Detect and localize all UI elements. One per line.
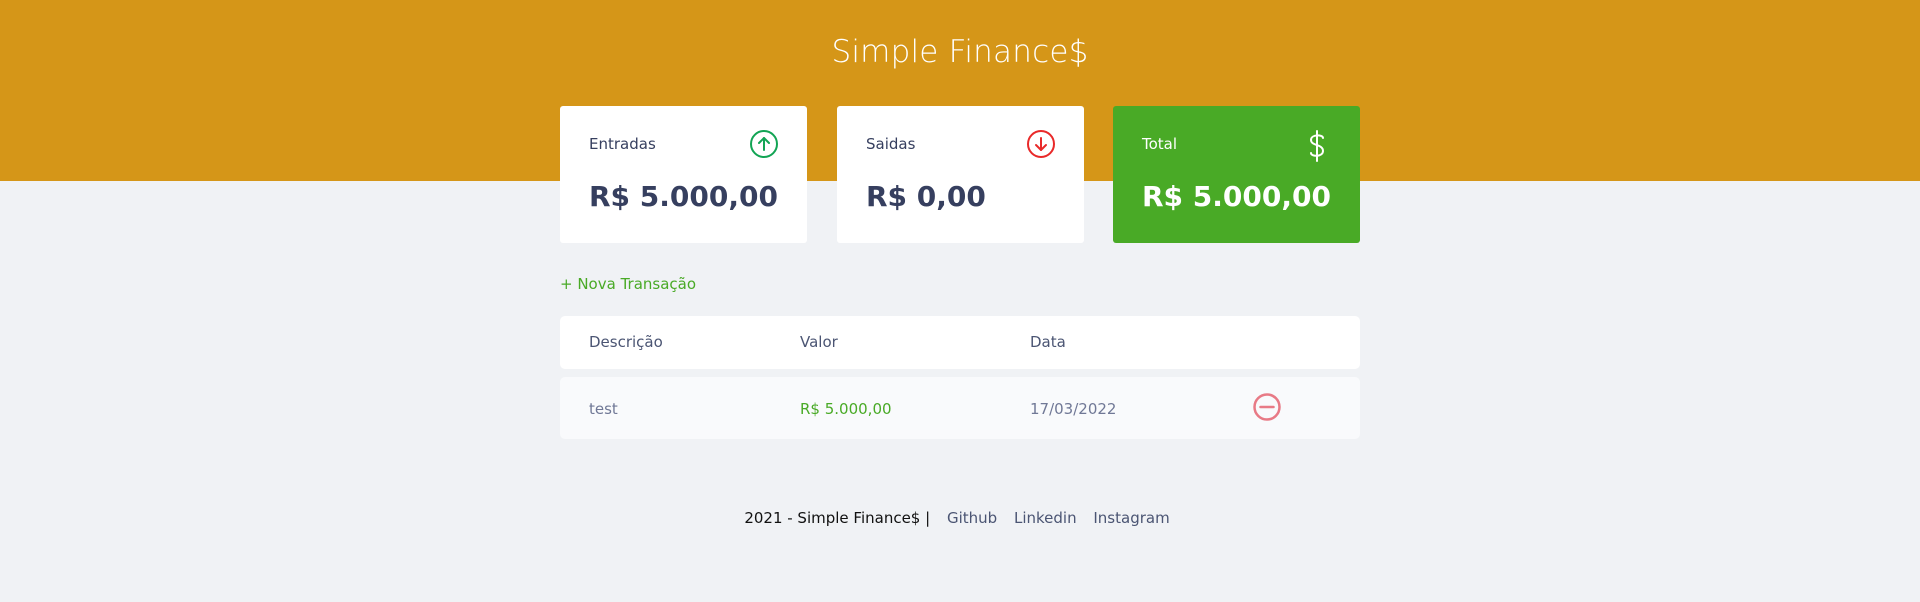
footer-link-github[interactable]: Github — [947, 509, 997, 527]
balance-cards: Entradas R$ 5.000,00 Saidas R$ 0,00 Tota… — [560, 106, 1360, 243]
arrow-up-circle-icon — [749, 129, 779, 159]
card-expense-title: Saidas — [866, 135, 916, 153]
card-income-value: R$ 5.000,00 — [589, 180, 778, 213]
footer-copyright: 2021 - Simple Finance$ — [744, 509, 921, 527]
footer-separator: | — [925, 509, 931, 527]
column-header-description: Descrição — [589, 333, 663, 351]
card-income: Entradas R$ 5.000,00 — [560, 106, 807, 243]
logo: Simple Finance$ — [831, 34, 1089, 70]
new-transaction-button[interactable]: + Nova Transação — [560, 275, 696, 293]
card-total-title: Total — [1142, 135, 1178, 153]
footer-link-instagram[interactable]: Instagram — [1093, 509, 1169, 527]
minus-circle-icon[interactable] — [1253, 393, 1281, 421]
footer-link-linkedin[interactable]: Linkedin — [1014, 509, 1077, 527]
dollar-icon — [1302, 129, 1332, 162]
transaction-description: test — [589, 400, 618, 418]
footer: 2021 - Simple Finance$ | Github Linkedin… — [0, 509, 1920, 527]
card-income-title: Entradas — [589, 135, 656, 153]
transaction-date: 17/03/2022 — [1030, 400, 1117, 418]
card-expense: Saidas R$ 0,00 — [837, 106, 1084, 243]
card-total: Total R$ 5.000,00 — [1113, 106, 1360, 243]
table-row: test R$ 5.000,00 17/03/2022 — [560, 377, 1360, 439]
transaction-amount: R$ 5.000,00 — [800, 400, 892, 418]
column-header-date: Data — [1030, 333, 1066, 351]
arrow-down-circle-icon — [1026, 129, 1056, 159]
card-expense-value: R$ 0,00 — [866, 180, 986, 213]
column-header-amount: Valor — [800, 333, 838, 351]
card-total-value: R$ 5.000,00 — [1142, 180, 1331, 213]
table-header: Descrição Valor Data — [560, 316, 1360, 369]
